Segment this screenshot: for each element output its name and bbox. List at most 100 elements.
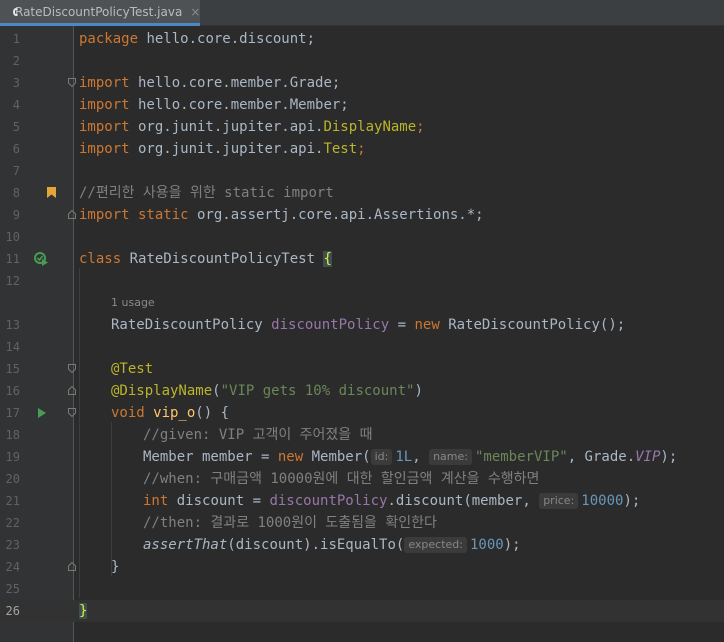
fold-open-icon[interactable] (68, 78, 76, 87)
usage-count[interactable]: 1 usage (111, 292, 155, 314)
code-line-25[interactable]: 25 (0, 578, 724, 600)
string-literal: "VIP gets 10% discount" (220, 383, 415, 399)
annotation-class: DisplayName (323, 119, 417, 135)
code-line-6[interactable]: 6 import org.junit.jupiter.api.Test; (0, 138, 724, 160)
run-tests-icon[interactable] (34, 252, 48, 266)
semicolon: ; (357, 141, 366, 157)
code-line-2[interactable]: 2 (0, 50, 724, 72)
run-test-icon[interactable] (38, 408, 46, 418)
code-editor[interactable]: 1 package hello.core.discount; 2 3 impor… (0, 26, 724, 642)
code-text: .discount(member, (387, 493, 540, 509)
line-number: 15 (5, 362, 20, 376)
paren: ) (414, 383, 423, 399)
code-line-26[interactable]: 26 } (0, 600, 724, 622)
code-line-24[interactable]: 24 } (0, 556, 724, 578)
param-hint-expected: expected: (404, 537, 467, 553)
fold-close-icon[interactable] (68, 210, 76, 219)
comment: //then: 결과로 1000원이 도출됨을 확인한다 (143, 515, 437, 531)
line-number: 21 (5, 494, 20, 508)
code-line-17[interactable]: 17 void vip_o() { (0, 402, 724, 424)
static-method: assertThat (143, 537, 228, 553)
line-number: 2 (12, 54, 20, 68)
code-line-11[interactable]: 11 class RateDiscountPolicyTest { (0, 248, 724, 270)
param-hint-id: id: (370, 449, 393, 465)
code-line-20[interactable]: 20 //when: 구매금액 10000원에 대한 할인금액 계산을 수행하면 (0, 468, 724, 490)
code-text: discount = (168, 493, 270, 509)
code-line-18[interactable]: 18 //given: VIP 고객이 주어졌을 때 (0, 424, 724, 446)
line-number: 20 (5, 472, 20, 486)
field-name: discountPolicy (269, 493, 388, 509)
line-number: 24 (5, 560, 20, 574)
editor-tab-active[interactable]: RateDiscountPolicyTest.java × (0, 0, 200, 26)
editor-tab-bar: RateDiscountPolicyTest.java × (0, 0, 724, 26)
code-line-22[interactable]: 22 //then: 결과로 1000원이 도출됨을 확인한다 (0, 512, 724, 534)
code-line-14[interactable]: 14 (0, 336, 724, 358)
fold-close-icon[interactable] (68, 562, 76, 571)
code-line-1[interactable]: 1 package hello.core.discount; (0, 28, 724, 50)
code-text: org.junit.jupiter.api. (129, 141, 324, 157)
line-number: 17 (5, 406, 20, 420)
field-name: discountPolicy (271, 317, 390, 333)
code-text: RateDiscountPolicy(); (439, 317, 626, 333)
number-literal: 1L (395, 449, 413, 465)
param-hint-price: price: (539, 493, 579, 509)
code-line-16[interactable]: 16 @DisplayName("VIP gets 10% discount") (0, 380, 724, 402)
annotation: @Test (111, 361, 154, 377)
code-line-4[interactable]: 4 import hello.core.member.Member; (0, 94, 724, 116)
line-number: 8 (12, 186, 20, 200)
code-line-15[interactable]: 15 @Test (0, 358, 724, 380)
keyword: new (414, 317, 440, 333)
close-tab-icon[interactable]: × (190, 5, 200, 19)
paren: ( (212, 383, 221, 399)
code-text: , (412, 449, 430, 465)
code-line-8[interactable]: 8 //편리한 사용을 위한 static import (0, 182, 724, 204)
fold-open-icon[interactable] (68, 364, 76, 373)
code-line-10[interactable]: 10 (0, 226, 724, 248)
number-literal: 1000 (469, 537, 504, 553)
line-number: 3 (12, 76, 20, 90)
code-line-13[interactable]: 13 RateDiscountPolicy discountPolicy = n… (0, 314, 724, 336)
code-line-12[interactable]: 12 (0, 270, 724, 292)
keyword: import (79, 141, 130, 157)
matched-brace: { (323, 251, 332, 267)
line-number: 26 (5, 604, 20, 618)
code-text: hello.core.member.Member; (129, 97, 349, 113)
usage-inlay[interactable]: 1 usage (0, 292, 724, 314)
tab-filename: RateDiscountPolicyTest.java (15, 4, 183, 19)
line-number: 14 (5, 340, 20, 354)
annotation: @DisplayName (111, 383, 213, 399)
fold-open-icon[interactable] (68, 408, 76, 417)
code-text: ); (623, 493, 641, 509)
keyword: class (79, 251, 122, 267)
method-name: vip_o (144, 405, 196, 421)
closing-brace: } (111, 559, 120, 575)
code-text: Member member = (143, 449, 278, 465)
keyword: new (277, 449, 304, 465)
code-text: hello.core.member.Grade; (129, 75, 341, 91)
line-number: 10 (5, 230, 20, 244)
code-line-3[interactable]: 3 import hello.core.member.Grade; (0, 72, 724, 94)
line-number: 4 (12, 98, 20, 112)
line-number: 18 (5, 428, 20, 442)
code-text: (discount).isEqualTo( (227, 537, 405, 553)
code-text: ); (660, 449, 678, 465)
code-line-21[interactable]: 21 int discount = discountPolicy.discoun… (0, 490, 724, 512)
keyword: int (143, 493, 169, 509)
code-line-9[interactable]: 9 import static org.assertj.core.api.Ass… (0, 204, 724, 226)
code-line-5[interactable]: 5 import org.junit.jupiter.api.DisplayNa… (0, 116, 724, 138)
annotation-class: Test (323, 141, 358, 157)
semicolon: ; (416, 119, 425, 135)
code-line-7[interactable]: 7 (0, 160, 724, 182)
code-text: ); (503, 537, 521, 553)
string-literal: "memberVIP" (474, 449, 568, 465)
number-literal: 10000 (581, 493, 624, 509)
code-line-23[interactable]: 23 assertThat(discount).isEqualTo(expect… (0, 534, 724, 556)
code-text: () { (195, 405, 230, 421)
bookmark-icon[interactable] (47, 187, 56, 198)
line-number: 1 (12, 32, 20, 46)
line-number: 25 (5, 582, 20, 596)
fold-close-icon[interactable] (68, 386, 76, 395)
code-text: hello.core.discount; (138, 31, 316, 47)
keyword: import (79, 75, 130, 91)
code-line-19[interactable]: 19 Member member = new Member(id: 1L, nam… (0, 446, 724, 468)
